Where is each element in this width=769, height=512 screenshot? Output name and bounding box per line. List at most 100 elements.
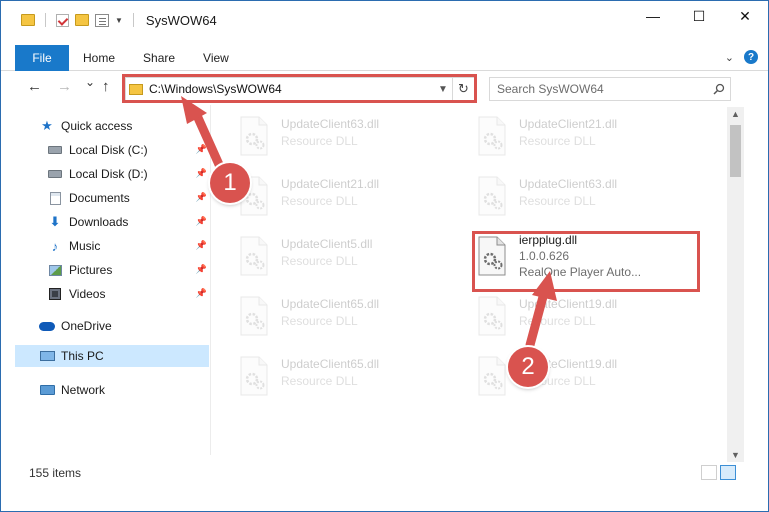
search-icon[interactable]: [708, 83, 730, 95]
up-button[interactable]: ↑: [102, 78, 110, 95]
title-bar: ▼ SysWOW64 — ☐ ✕: [1, 1, 768, 39]
dll-file-icon: [240, 356, 268, 396]
sidebar-item-label: Videos: [69, 287, 106, 301]
sidebar-item-local-disk-d[interactable]: Local Disk (D:) 📌: [47, 163, 209, 185]
sidebar-item-network[interactable]: Network: [39, 379, 209, 401]
dll-file-icon: [240, 296, 268, 336]
sidebar-item-this-pc[interactable]: This PC: [15, 345, 209, 367]
view-switcher: [701, 465, 736, 480]
file-description: Resource DLL: [519, 134, 596, 148]
ribbon-tabs: File Home Share View ⌄ ?: [1, 44, 768, 71]
pin-icon: 📌: [195, 144, 207, 154]
navigation-pane: ★ Quick access Local Disk (C:) 📌 Local D…: [15, 111, 211, 451]
navigation-bar: ← → ⌄ ↑ C:\Windows\SysWOW64 ▼ ↻ Search S…: [1, 72, 768, 104]
minimize-button[interactable]: —: [630, 1, 676, 31]
sidebar-item-downloads[interactable]: ⬇ Downloads 📌: [47, 211, 209, 233]
dll-file-icon: [478, 176, 506, 216]
file-description: Resource DLL: [281, 134, 358, 148]
sidebar-item-documents[interactable]: Documents 📌: [47, 187, 209, 209]
search-box[interactable]: Search SysWOW64: [489, 77, 731, 101]
search-input[interactable]: Search SysWOW64: [497, 82, 708, 96]
sidebar-item-label: Music: [69, 239, 101, 253]
file-name: UpdateClient65.dll: [281, 297, 380, 311]
pin-icon: 📌: [195, 192, 207, 202]
dll-file-icon: [478, 296, 506, 336]
help-icon[interactable]: ?: [744, 50, 758, 64]
rename-icon[interactable]: [95, 13, 109, 27]
sidebar-item-pictures[interactable]: Pictures 📌: [47, 259, 209, 281]
recent-locations-button[interactable]: ⌄: [85, 75, 95, 89]
expand-ribbon-chevron-icon[interactable]: ⌄: [725, 51, 734, 64]
network-icon: [39, 385, 55, 395]
toolbar-separator: [45, 13, 46, 27]
pane-divider: [210, 105, 211, 455]
file-tile[interactable]: UpdateClient63.dll Resource DLL: [215, 111, 443, 163]
pin-icon: 📌: [195, 240, 207, 250]
folder-icon: [21, 14, 35, 26]
scroll-up-icon[interactable]: ▲: [731, 109, 740, 119]
customize-toolbar-caret-icon[interactable]: ▼: [115, 16, 123, 25]
pin-icon: 📌: [195, 216, 207, 226]
sidebar-item-label: Pictures: [69, 263, 113, 277]
sidebar-item-videos[interactable]: Videos 📌: [47, 283, 209, 305]
file-tile[interactable]: UpdateClient65.dll Resource DLL: [215, 351, 443, 403]
file-list: UpdateClient63.dll Resource DLL UpdateCli…: [215, 107, 727, 455]
file-tile[interactable]: UpdateClient21.dll Resource DLL: [453, 111, 681, 163]
file-description: Resource DLL: [281, 194, 358, 208]
sidebar-item-label: Quick access: [61, 119, 133, 133]
sidebar-item-label: Documents: [69, 191, 130, 205]
sidebar-item-onedrive[interactable]: OneDrive: [39, 315, 209, 337]
scroll-thumb[interactable]: [730, 125, 741, 177]
file-tile[interactable]: UpdateClient19.dll Resource DLL: [453, 351, 681, 403]
vertical-scrollbar[interactable]: ▲ ▼: [727, 107, 744, 462]
sidebar-item-local-disk-c[interactable]: Local Disk (C:) 📌: [47, 139, 209, 161]
music-icon: ♪: [51, 238, 59, 254]
pin-icon: 📌: [195, 264, 207, 274]
file-tile[interactable]: UpdateClient5.dll Resource DLL: [215, 231, 443, 283]
sidebar-item-music[interactable]: ♪ Music 📌: [47, 235, 209, 257]
file-tile[interactable]: UpdateClient63.dll Resource DLL: [453, 171, 681, 223]
sidebar-item-label: Downloads: [69, 215, 129, 229]
dll-file-icon: [240, 236, 268, 276]
quick-access-toolbar: ▼: [21, 13, 138, 27]
item-count: 155 items: [29, 466, 82, 480]
file-description: Resource DLL: [281, 254, 358, 268]
address-bar-highlight: [122, 74, 477, 103]
sidebar-item-label: Network: [61, 383, 106, 397]
tab-share[interactable]: Share: [129, 45, 189, 71]
step-2-badge: 2: [508, 347, 548, 387]
window-title: SysWOW64: [145, 12, 217, 28]
file-name: UpdateClient65.dll: [281, 357, 380, 371]
sidebar-item-quick-access[interactable]: ★ Quick access: [39, 115, 209, 137]
sidebar-item-label: Local Disk (C:): [69, 143, 148, 157]
tab-file[interactable]: File: [15, 44, 69, 71]
file-name: UpdateClient63.dll: [519, 177, 618, 191]
pin-icon: 📌: [195, 288, 207, 298]
file-tile[interactable]: UpdateClient65.dll Resource DLL: [215, 291, 443, 343]
file-name: UpdateClient5.dll: [281, 237, 373, 251]
file-description: Resource DLL: [519, 314, 596, 328]
file-tile[interactable]: UpdateClient19.dll Resource DLL: [453, 291, 681, 343]
properties-check-icon[interactable]: [56, 13, 69, 27]
tab-home[interactable]: Home: [69, 45, 129, 71]
file-name: UpdateClient63.dll: [281, 117, 380, 131]
dll-file-icon: [478, 116, 506, 156]
maximize-button[interactable]: ☐: [676, 1, 722, 31]
details-view-icon[interactable]: [701, 465, 717, 480]
forward-button[interactable]: →: [57, 78, 72, 95]
tiles-view-icon[interactable]: [720, 465, 736, 480]
back-button[interactable]: ←: [27, 78, 42, 95]
sidebar-item-label: This PC: [61, 349, 104, 363]
step-1-badge: 1: [210, 163, 250, 203]
toolbar-separator: [132, 13, 134, 27]
explorer-window: ▼ SysWOW64 — ☐ ✕ File Home Share View ⌄ …: [0, 0, 769, 512]
sidebar-item-label: Local Disk (D:): [69, 167, 148, 181]
new-folder-icon[interactable]: [75, 14, 89, 26]
tab-view[interactable]: View: [189, 45, 243, 71]
status-bar: 155 items: [1, 463, 768, 483]
downloads-icon: ⬇: [49, 214, 61, 229]
close-button[interactable]: ✕: [722, 1, 768, 31]
pictures-icon: [48, 264, 62, 276]
onedrive-icon: [39, 321, 55, 331]
scroll-down-icon[interactable]: ▼: [731, 450, 740, 460]
